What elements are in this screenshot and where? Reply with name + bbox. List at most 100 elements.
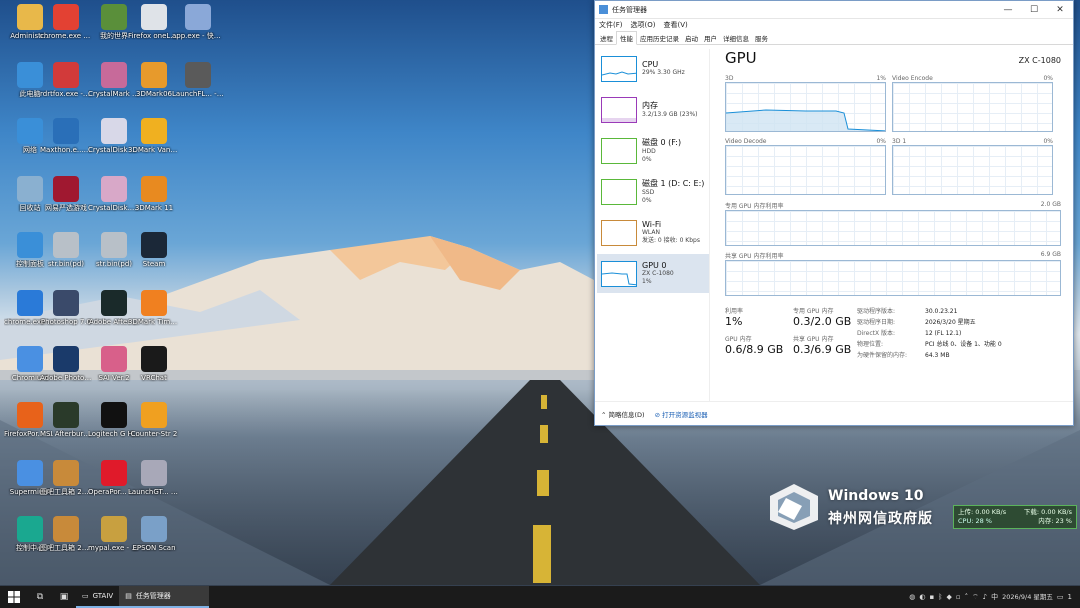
edition-watermark: Windows 10 神州网信政府版 (768, 482, 958, 532)
resource-name: 磁盘 0 (F:) (642, 138, 682, 147)
detail-driver-date-value: 2026/3/20 星期五 (925, 319, 976, 326)
input-language[interactable]: 中 (991, 592, 998, 602)
desktop-icon[interactable]: 图吧工具箱 2023 (40, 516, 92, 552)
crystaldisk-icon (101, 118, 127, 144)
resource-monitor-link[interactable]: ⊘ 打开资源监视器 (655, 409, 708, 419)
desktop-icon[interactable]: Maxthon.e... - 快捷方式 (40, 118, 92, 154)
resource-thumbnail (601, 178, 637, 205)
start-button[interactable] (0, 586, 28, 608)
desktop-icon[interactable]: 图吧工具箱 2025.exe... (40, 460, 92, 496)
cs2-icon (141, 402, 167, 428)
detail-directx-value: 12 (FL 12.1) (925, 330, 962, 337)
menu-view[interactable]: 查看(V) (663, 20, 687, 30)
task-manager-window[interactable]: 任务管理器 — ☐ ✕ 文件(F) 选项(O) 查看(V) 进程 性能 应用历史… (594, 0, 1074, 426)
desktop-icon[interactable]: EPSON Scan (128, 516, 180, 552)
chevron-up-icon[interactable]: ˄ (965, 593, 969, 601)
tray-icon-5[interactable]: ▫ (956, 593, 961, 601)
desktop-icon-label: LaunchFL... - 快捷方式 (172, 90, 224, 98)
graph-video-encode[interactable] (892, 82, 1053, 132)
tab-details[interactable]: 详细信息 (720, 32, 752, 44)
desktop-icon-label: 3DMark 11 (134, 204, 174, 212)
resource-item[interactable]: 磁盘 1 (D: C: E:) SSD 0% (597, 172, 709, 211)
desktop-icon[interactable]: Steam (128, 232, 180, 268)
stat-dedicated-value: 0.3/2.0 GB (793, 315, 852, 328)
taskbar-app-task-manager[interactable]: ▤ 任务管理器 (119, 586, 210, 608)
desktop-icon[interactable]: MSI Afterburner (40, 402, 92, 438)
detail-location-value: PCI 总线 0、设备 1、功能 0 (925, 341, 1002, 348)
shared-mem-label: 共享 GPU 内存利用率 (725, 253, 784, 260)
vrchat-icon (141, 346, 167, 372)
desktop-icon[interactable]: Adobe Photosh... (40, 346, 92, 382)
dedicated-mem-max: 2.0 GB (1040, 201, 1061, 208)
desktop-icon-label: VRChat (141, 374, 167, 382)
maximize-button[interactable]: ☐ (1021, 5, 1047, 15)
minimize-button[interactable]: — (995, 5, 1021, 15)
3dmark06-icon (141, 62, 167, 88)
resource-item[interactable]: 磁盘 0 (F:) HDD 0% (597, 131, 709, 170)
anime-app-icon (185, 4, 211, 30)
desktop-icon[interactable]: 网易严选游戏 (40, 176, 92, 212)
task-view-icon[interactable]: ⧉ (28, 586, 52, 608)
edition-logo-icon (770, 484, 818, 530)
network-monitor-widget[interactable]: 上传: 0.00 KB/s 下载: 0.00 KB/s CPU: 28 % 内存: … (953, 505, 1077, 529)
menu-file[interactable]: 文件(F) (599, 20, 623, 30)
desktop-icon[interactable]: chrome.exe - 快捷方式 (40, 4, 92, 40)
graph-value-video-encode: 0% (1043, 75, 1053, 82)
tray-icon-2[interactable]: ◐ (919, 593, 925, 601)
tab-users[interactable]: 用户 (701, 32, 720, 44)
detail-driver-version-key: 驱动程序版本: (857, 308, 896, 315)
graph-video-decode[interactable] (725, 145, 886, 195)
desktop-icon[interactable]: VRChat (128, 346, 180, 382)
close-button[interactable]: ✕ (1047, 5, 1073, 15)
desktop-icon[interactable]: 3DMark 11 (128, 176, 180, 212)
resource-sparkline (602, 117, 636, 122)
taskbar-app-gtaiv[interactable]: ▭ GTAIV (76, 586, 120, 608)
pinned-app-icon[interactable]: ▣ (52, 586, 76, 608)
tray-icon-3[interactable]: ▪ (929, 593, 934, 601)
resource-item[interactable]: GPU 0 ZX C-1080 1% (597, 254, 709, 293)
bluetooth-icon[interactable]: ᛒ (938, 593, 942, 601)
desktop-icon-label: 图吧工具箱 2025.exe... (40, 488, 92, 496)
desktop-icon[interactable]: LaunchFL... - 快捷方式 (172, 62, 224, 98)
file-icon (53, 232, 79, 258)
desktop-icon[interactable]: 3DMark Time Spy (128, 290, 180, 326)
desktop-icon[interactable]: str.bin(pd) (40, 232, 92, 268)
resource-item[interactable]: 内存 3.2/13.9 GB (23%) (597, 90, 709, 129)
desktop-icon[interactable]: Photoshop 7.0 (40, 290, 92, 326)
photoshop7-icon (53, 290, 79, 316)
volume-icon[interactable]: ♪ (983, 593, 987, 601)
mem-usage: 内存: 23 % (1038, 517, 1072, 525)
resource-item[interactable]: Wi-Fi WLAN 发送: 0 接收: 0 Kbps (597, 213, 709, 252)
desktop-icon[interactable]: 3DMark Vantage (128, 118, 180, 154)
desktop-icon[interactable]: rdrtfox.exe - 快捷方式 (40, 62, 92, 98)
graph-label-video-encode: Video Encode (892, 75, 933, 82)
desktop-icon[interactable]: app.exe - 快捷方式 (172, 4, 224, 40)
desktop-icon[interactable]: Counter-Str 2 (128, 402, 180, 438)
tab-performance[interactable]: 性能 (616, 31, 637, 45)
fewer-details-label: 简略信息(D) (608, 410, 645, 419)
tray-icon-1[interactable]: ◍ (909, 593, 915, 601)
desktop-icon-label: 3DMark Vantage (128, 146, 180, 154)
resource-item[interactable]: CPU 29% 3.30 GHz (597, 49, 709, 88)
network-icon[interactable]: ⌔ (972, 593, 979, 602)
title-bar[interactable]: 任务管理器 — ☐ ✕ (595, 1, 1073, 19)
resource-detail: 29% 3.30 GHz (642, 69, 685, 76)
tab-app-history[interactable]: 应用历史记录 (637, 32, 682, 44)
menu-options[interactable]: 选项(O) (631, 20, 656, 30)
tab-services[interactable]: 服务 (752, 32, 771, 44)
tab-startup[interactable]: 启动 (682, 32, 701, 44)
desktop-icon[interactable]: LaunchGT... - 快捷方式 (128, 460, 180, 496)
graph-3d-1[interactable] (892, 145, 1053, 195)
tray-icon-4[interactable]: ◆ (946, 593, 951, 601)
stat-dedicated-label: 专用 GPU 内存 (793, 308, 834, 315)
graph-shared-memory[interactable] (725, 260, 1061, 296)
clock[interactable]: 2026/9/4 星期五 (1002, 593, 1053, 601)
notification-icon[interactable]: ▭ (1057, 593, 1064, 601)
graph-dedicated-memory[interactable] (725, 210, 1061, 246)
fewer-details-button[interactable]: ⌃ 简略信息(D) (601, 409, 645, 419)
graph-3d[interactable] (725, 82, 886, 132)
logitech-icon (101, 402, 127, 428)
resource-detail: 3.2/13.9 GB (23%) (642, 111, 698, 118)
tab-processes[interactable]: 进程 (597, 32, 616, 44)
mypal-icon (101, 516, 127, 542)
